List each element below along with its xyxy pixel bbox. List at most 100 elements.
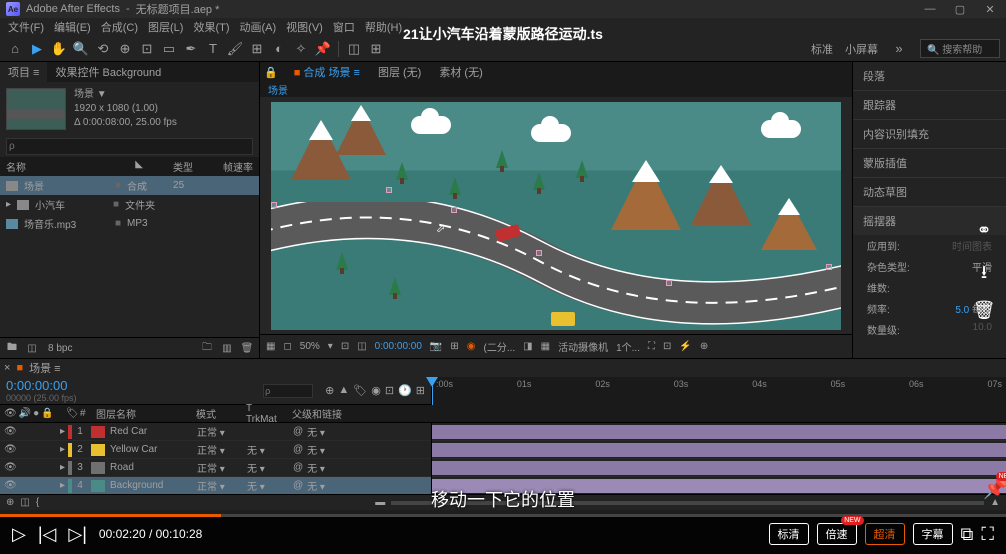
- new-comp-icon[interactable]: ▥: [219, 340, 235, 356]
- visibility-toggle[interactable]: 👁: [4, 480, 16, 491]
- layer-bar[interactable]: [432, 425, 1006, 439]
- zoom-tool[interactable]: 🔍: [72, 40, 90, 58]
- download-icon[interactable]: ⭳: [972, 260, 996, 284]
- interp-icon[interactable]: 🖿: [4, 340, 20, 356]
- vf-cam-select[interactable]: 活动摄像机: [558, 339, 608, 354]
- visibility-toggle[interactable]: 👁: [4, 462, 16, 473]
- layer-bar[interactable]: [432, 461, 1006, 475]
- selection-tool[interactable]: ▶: [28, 40, 46, 58]
- menu-comp[interactable]: 合成(C): [101, 19, 138, 35]
- tab-project[interactable]: 项目 ≡: [0, 62, 47, 82]
- new-folder-icon[interactable]: 🗀: [199, 340, 215, 356]
- panel-tracker[interactable]: 跟踪器: [853, 91, 1006, 120]
- layer-name[interactable]: Red Car: [108, 426, 193, 437]
- col-mode[interactable]: 模式: [190, 406, 240, 421]
- quality-sd-button[interactable]: 标清: [769, 523, 809, 545]
- hand-tool[interactable]: ✋: [50, 40, 68, 58]
- next-button[interactable]: ▷|: [68, 524, 87, 545]
- vf-ref-icon[interactable]: ⊕: [700, 341, 708, 352]
- layer-name[interactable]: Background: [108, 480, 193, 491]
- project-item-audio[interactable]: 场音乐.mp3 ■ MP3: [0, 214, 259, 233]
- pen-tool[interactable]: ✒: [182, 40, 200, 58]
- menu-layer[interactable]: 图层(L): [148, 19, 183, 35]
- vf-views-select[interactable]: 1个...: [616, 339, 640, 354]
- delete-icon[interactable]: 🗑: [972, 300, 996, 324]
- timeline-timecode[interactable]: 0:00:00:00: [6, 378, 77, 393]
- trkmat[interactable]: 无 ▾: [243, 478, 289, 493]
- layer-name[interactable]: Yellow Car: [108, 444, 193, 455]
- blend-mode[interactable]: 正常 ▾: [193, 424, 243, 439]
- tl-icon[interactable]: 🕐: [398, 384, 412, 397]
- menu-effect[interactable]: 效果(T): [193, 19, 229, 35]
- blend-mode[interactable]: 正常 ▾: [193, 442, 243, 457]
- tab-footage-none[interactable]: 素材 (无): [437, 64, 484, 80]
- snap-icon[interactable]: ◫: [345, 40, 363, 58]
- shape-tool[interactable]: ▭: [160, 40, 178, 58]
- panel-motion-sketch[interactable]: 动态草图: [853, 178, 1006, 207]
- project-item-comp[interactable]: 场景 ■ 合成 25: [0, 176, 259, 195]
- tl-icon[interactable]: 🏷: [353, 384, 367, 397]
- menu-window[interactable]: 窗口: [333, 19, 355, 35]
- menu-view[interactable]: 视图(V): [286, 19, 323, 35]
- timeline-ruler[interactable]: :00s01s02s03s04s05s06s07s: [432, 377, 1006, 405]
- parent-select[interactable]: 无 ▾: [307, 424, 325, 439]
- panel-paragraph[interactable]: 段落: [853, 62, 1006, 91]
- share-icon[interactable]: ⚭: [972, 220, 996, 244]
- trkmat[interactable]: 无 ▾: [243, 460, 289, 475]
- text-tool[interactable]: T: [204, 40, 222, 58]
- col-layer-name[interactable]: 图层名称: [90, 406, 190, 421]
- col-type[interactable]: 类型: [173, 159, 193, 174]
- timeline-layer[interactable]: 👁 ▸ 1 Red Car 正常 ▾ @无 ▾: [0, 423, 431, 441]
- quality-hd-button[interactable]: 超清: [865, 523, 905, 545]
- tl-switch-icon[interactable]: ◫: [20, 497, 29, 508]
- vf-3d-icon[interactable]: ◨: [523, 341, 532, 352]
- layer-bar[interactable]: [432, 443, 1006, 457]
- tl-icon[interactable]: ▲: [338, 384, 349, 397]
- comp-lock-icon[interactable]: 🔒: [264, 66, 278, 79]
- close-button[interactable]: ✕: [980, 3, 1000, 16]
- vf-res-icon[interactable]: ◻: [283, 341, 291, 352]
- vf-time[interactable]: 0:00:00:00: [375, 341, 422, 352]
- vf-exp-icon[interactable]: ⚡: [679, 341, 691, 352]
- bpc-badge[interactable]: 8 bpc: [44, 340, 76, 356]
- tl-icon[interactable]: ⊕: [325, 384, 334, 397]
- menu-help[interactable]: 帮助(H): [365, 19, 402, 35]
- timeline-layer[interactable]: 👁 ▸ 3 Road 正常 ▾ 无 ▾ @无 ▾: [0, 459, 431, 477]
- orbit-tool[interactable]: ⟲: [94, 40, 112, 58]
- minimize-button[interactable]: —: [920, 3, 940, 16]
- project-thumbnail[interactable]: [6, 88, 66, 130]
- play-button[interactable]: ▷: [12, 524, 26, 545]
- vf-full-icon[interactable]: ⊡: [341, 341, 349, 352]
- vf-mask-icon[interactable]: ◫: [357, 341, 366, 352]
- workspace-menu-icon[interactable]: »: [890, 40, 908, 58]
- col-parent[interactable]: 父级和链接: [286, 406, 348, 421]
- anchor-tool[interactable]: ⊡: [138, 40, 156, 58]
- workspace-std[interactable]: 标准: [811, 41, 833, 57]
- tl-close-icon[interactable]: ×: [4, 362, 10, 374]
- fullscreen-button[interactable]: ⛶: [981, 524, 994, 545]
- layer-name[interactable]: Road: [108, 462, 193, 473]
- grid-icon[interactable]: ⊞: [367, 40, 385, 58]
- parent-select[interactable]: 无 ▾: [307, 478, 325, 493]
- search-help[interactable]: 🔍 搜索帮助: [920, 39, 1000, 58]
- home-icon[interactable]: ⌂: [6, 40, 24, 58]
- brush-tool[interactable]: 🖌: [226, 40, 244, 58]
- timeline-layer[interactable]: 👁 ▸ 4 Background 正常 ▾ 无 ▾ @无 ▾: [0, 477, 431, 494]
- pickwhip-icon[interactable]: @: [293, 480, 303, 491]
- vf-res-select[interactable]: (二分...: [484, 339, 516, 354]
- vf-snapshot-icon[interactable]: 📷: [430, 341, 442, 352]
- maximize-button[interactable]: ▢: [950, 3, 970, 16]
- blend-mode[interactable]: 正常 ▾: [193, 478, 243, 493]
- vf-guide-icon[interactable]: ▦: [541, 341, 550, 352]
- tl-zoom-out-icon[interactable]: ▬: [375, 497, 385, 508]
- panel-mask-interp[interactable]: 蒙版插值: [853, 149, 1006, 178]
- panel-content-aware[interactable]: 内容识别填充: [853, 120, 1006, 149]
- vf-expand-icon[interactable]: ⛶: [648, 341, 655, 352]
- visibility-toggle[interactable]: 👁: [4, 444, 16, 455]
- vf-channels-icon[interactable]: ▾: [328, 341, 333, 352]
- col-trkmat[interactable]: T TrkMat: [240, 403, 286, 425]
- tl-icon[interactable]: ⊞: [416, 384, 425, 397]
- pickwhip-icon[interactable]: @: [293, 426, 303, 437]
- col-name[interactable]: 名称: [6, 159, 26, 174]
- tab-effect-controls[interactable]: 效果控件 Background: [47, 62, 169, 82]
